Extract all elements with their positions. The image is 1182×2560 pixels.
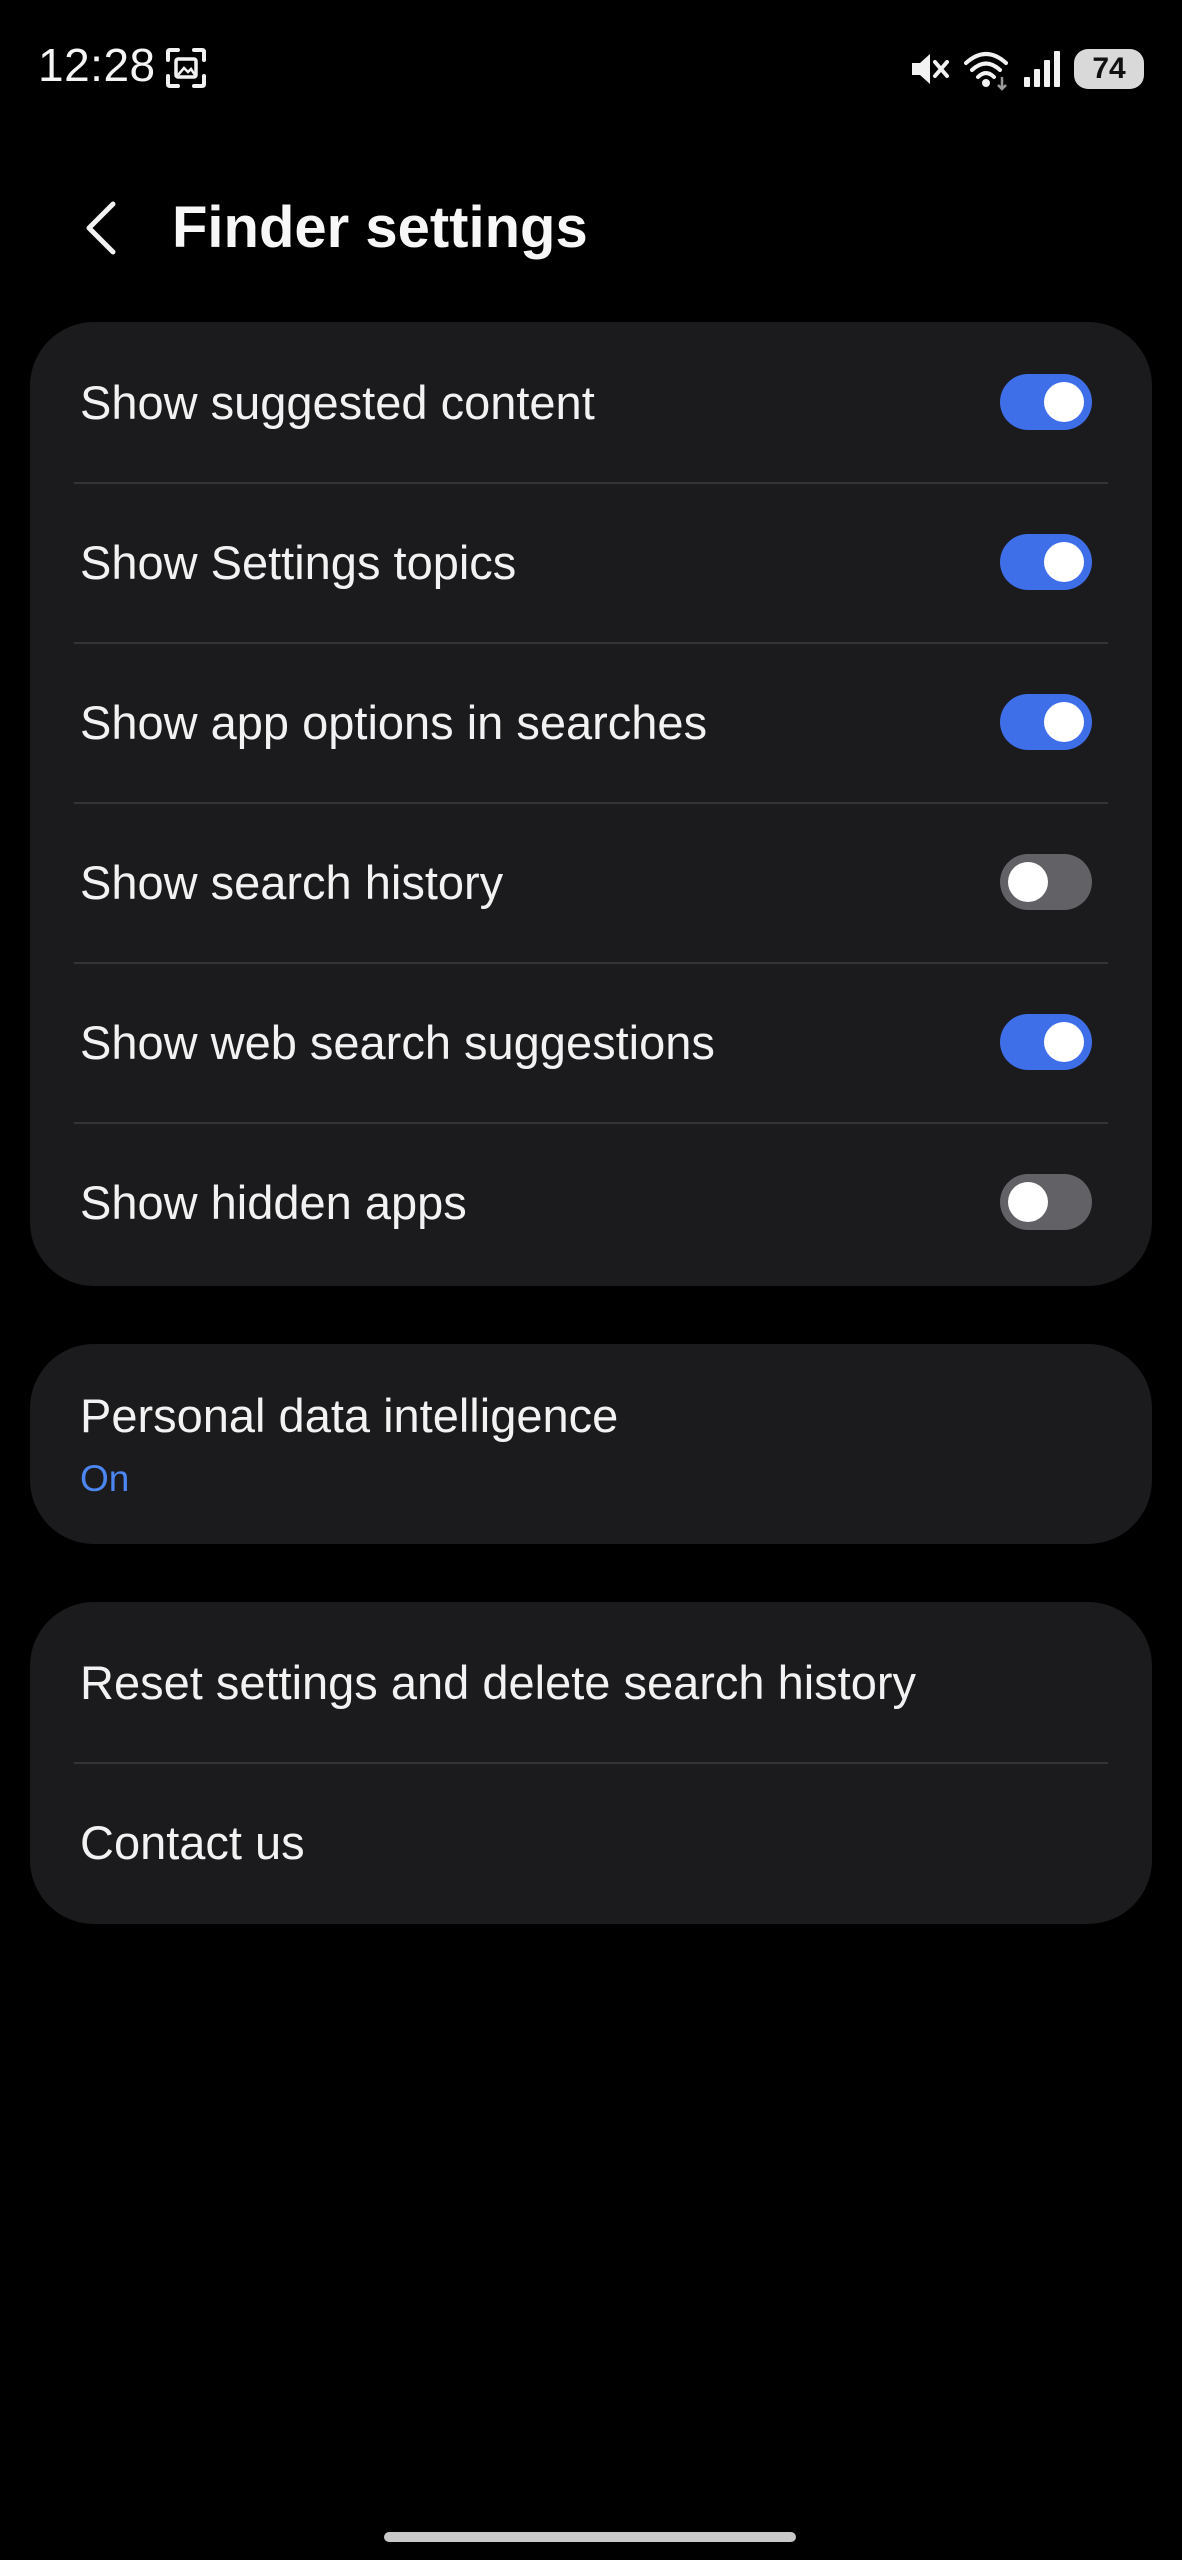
- toggle-switch[interactable]: [1000, 854, 1092, 910]
- page-title: Finder settings: [172, 195, 588, 260]
- back-button[interactable]: [66, 192, 136, 268]
- misc-settings-card: Reset settings and delete search history…: [30, 1602, 1152, 1924]
- personal-data-title: Personal data intelligence: [80, 1389, 619, 1442]
- toggle-switch[interactable]: [1000, 374, 1092, 430]
- personal-data-status: On: [80, 1458, 130, 1499]
- setting-label: Show Settings topics: [80, 535, 517, 589]
- toggle-knob: [1008, 862, 1048, 902]
- screenshot-icon: [164, 46, 208, 90]
- status-time: 12:28: [38, 39, 156, 91]
- setting-row-suggested-content[interactable]: Show suggested content: [30, 322, 1152, 482]
- status-icons: 74: [906, 44, 1144, 94]
- toggle-knob: [1044, 542, 1084, 582]
- reset-settings-item[interactable]: Reset settings and delete search history: [30, 1602, 1152, 1762]
- battery-icon: 74: [1074, 49, 1144, 89]
- wifi-icon: [962, 47, 1010, 91]
- settings-toggle-card: Show suggested content Show Settings top…: [30, 322, 1152, 1286]
- toggle-knob: [1044, 1022, 1084, 1062]
- status-bar: 12:28 74: [0, 0, 1182, 130]
- toggle-switch[interactable]: [1000, 694, 1092, 750]
- setting-label: Show suggested content: [80, 375, 595, 429]
- personal-data-card: Personal data intelligence On: [30, 1344, 1152, 1544]
- setting-row-settings-topics[interactable]: Show Settings topics: [30, 482, 1152, 642]
- setting-row-app-options[interactable]: Show app options in searches: [30, 642, 1152, 802]
- setting-label: Show web search suggestions: [80, 1015, 715, 1069]
- personal-data-intelligence-item[interactable]: Personal data intelligence On: [30, 1344, 1152, 1544]
- chevron-left-icon: [81, 198, 121, 263]
- toggle-switch[interactable]: [1000, 1014, 1092, 1070]
- setting-label: Show hidden apps: [80, 1175, 467, 1229]
- contact-us-item[interactable]: Contact us: [30, 1762, 1152, 1922]
- setting-label: Show search history: [80, 855, 504, 909]
- setting-row-web-search-suggestions[interactable]: Show web search suggestions: [30, 962, 1152, 1122]
- setting-label: Show app options in searches: [80, 695, 708, 749]
- navigation-handle[interactable]: [384, 2532, 796, 2542]
- contact-us-label: Contact us: [80, 1815, 305, 1869]
- setting-row-search-history[interactable]: Show search history: [30, 802, 1152, 962]
- setting-row-hidden-apps[interactable]: Show hidden apps: [30, 1122, 1152, 1282]
- toggle-switch[interactable]: [1000, 534, 1092, 590]
- toggle-knob: [1044, 382, 1084, 422]
- toggle-knob: [1044, 702, 1084, 742]
- toggle-switch[interactable]: [1000, 1174, 1092, 1230]
- mute-icon: [906, 47, 950, 91]
- app-header: Finder settings: [0, 170, 1182, 290]
- reset-settings-label: Reset settings and delete search history: [80, 1655, 917, 1709]
- signal-icon: [1022, 47, 1062, 91]
- toggle-knob: [1008, 1182, 1048, 1222]
